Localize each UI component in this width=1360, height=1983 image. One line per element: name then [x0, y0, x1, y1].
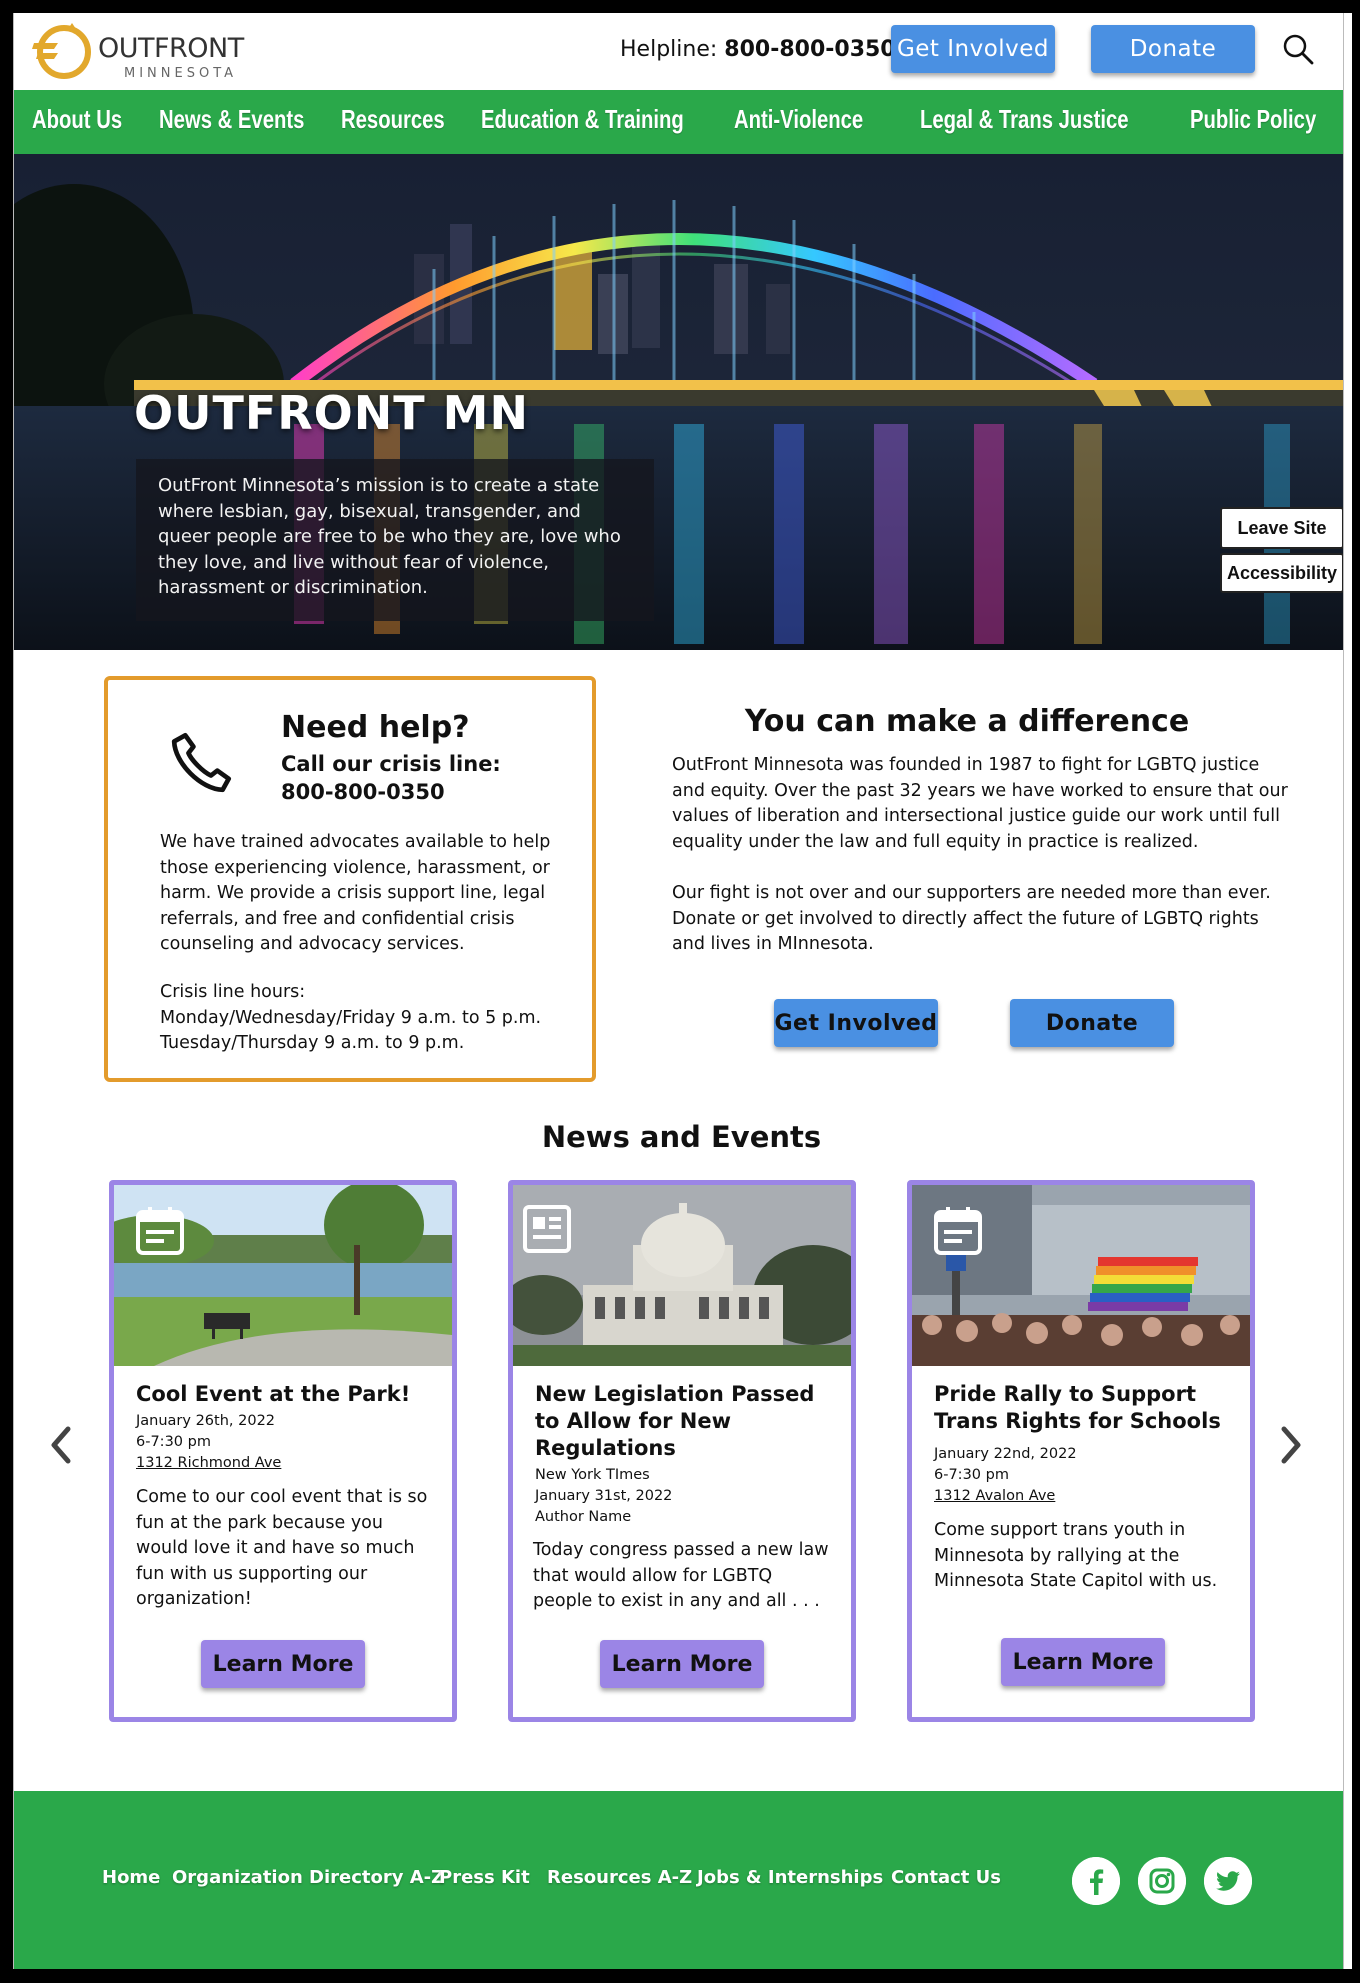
nav-item-education-training[interactable]: Education & Training	[481, 104, 684, 135]
nav-item-anti-violence[interactable]: Anti-Violence	[734, 104, 863, 135]
helpline: Helpline: 800-800-0350	[620, 37, 896, 62]
get-involved-button-secondary[interactable]: Get Involved	[774, 999, 938, 1047]
card-time: 6-7:30 pm	[934, 1467, 1009, 1483]
card-source: New York TImes	[535, 1467, 650, 1483]
card-description: Come to our cool event that is so fun at…	[136, 1487, 428, 1609]
learn-more-button[interactable]: Learn More	[600, 1640, 764, 1688]
search-icon[interactable]	[1282, 33, 1314, 65]
nav-item-resources[interactable]: Resources	[341, 104, 445, 135]
footer-link-organization-directory[interactable]: Organization Directory A-Z	[172, 1867, 444, 1888]
calendar-icon	[136, 1207, 184, 1255]
main-nav: About Us News & Events Resources Educati…	[14, 90, 1343, 154]
nav-item-legal-trans-justice[interactable]: Legal & Trans Justice	[920, 104, 1129, 135]
carousel-next-arrow-icon[interactable]	[1276, 1423, 1306, 1467]
crisis-line-label: Call our crisis line:	[281, 752, 501, 776]
news-card: New Legislation Passed to Allow for New …	[508, 1180, 856, 1722]
learn-more-button[interactable]: Learn More	[1001, 1638, 1165, 1686]
page: OUTFRONT MINNESOTA Helpline: 800-800-035…	[13, 13, 1344, 1969]
hours-label: Crisis line hours:	[160, 982, 306, 1002]
card-title[interactable]: Cool Event at the Park!	[136, 1381, 446, 1408]
card-date: January 31st, 2022	[535, 1488, 673, 1504]
logo-mark-icon	[32, 23, 91, 79]
instagram-icon[interactable]	[1138, 1857, 1186, 1905]
card-time: 6-7:30 pm	[136, 1434, 211, 1450]
difference-title: You can make a difference	[744, 704, 1190, 739]
site-footer: Home Organization Directory A-Z Press Ki…	[14, 1791, 1343, 1969]
nav-item-about-us[interactable]: About Us	[32, 104, 122, 135]
nav-item-news-events[interactable]: News & Events	[159, 104, 304, 135]
nav-item-public-policy[interactable]: Public Policy	[1190, 104, 1316, 135]
hero-title: OUTFRONT MN	[134, 386, 529, 440]
footer-link-resources-az[interactable]: Resources A-Z	[547, 1867, 692, 1888]
donate-button[interactable]: Donate	[1091, 25, 1255, 73]
news-card: Pride Rally to Support Trans Rights for …	[907, 1180, 1255, 1722]
get-involved-button[interactable]: Get Involved	[891, 25, 1055, 73]
site-header: OUTFRONT MINNESOTA Helpline: 800-800-035…	[14, 13, 1343, 90]
footer-link-home[interactable]: Home	[102, 1867, 160, 1888]
crisis-line-number[interactable]: 800-800-0350	[281, 778, 541, 806]
accessibility-button[interactable]: Accessibility	[1220, 553, 1343, 593]
helpline-label: Helpline:	[620, 37, 718, 62]
card-date: January 26th, 2022	[136, 1413, 276, 1429]
carousel-prev-arrow-icon[interactable]	[46, 1423, 76, 1467]
help-description: We have trained advocates available to h…	[160, 832, 551, 954]
news-section-title: News and Events	[541, 1120, 822, 1154]
facebook-icon[interactable]	[1072, 1857, 1120, 1905]
hours-line-1: Monday/Wednesday/Friday 9 a.m. to 5 p.m.	[160, 1007, 542, 1028]
learn-more-button[interactable]: Learn More	[201, 1640, 365, 1688]
help-subtitle: Call our crisis line: 800-800-0350	[281, 750, 541, 806]
calendar-icon	[934, 1207, 982, 1255]
outfront-logo[interactable]: OUTFRONT MINNESOTA	[28, 19, 258, 85]
footer-link-jobs-internships[interactable]: Jobs & Internships	[697, 1867, 883, 1888]
card-title[interactable]: Pride Rally to Support Trans Rights for …	[934, 1381, 1244, 1435]
card-title[interactable]: New Legislation Passed to Allow for New …	[535, 1381, 845, 1462]
card-date: January 22nd, 2022	[934, 1446, 1077, 1462]
card-address[interactable]: 1312 Richmond Ave	[136, 1453, 446, 1474]
helpline-number[interactable]: 800-800-0350	[724, 37, 895, 62]
leave-site-button[interactable]: Leave Site	[1220, 507, 1343, 549]
footer-link-press-kit[interactable]: Press Kit	[439, 1867, 530, 1888]
card-meta: January 26th, 2022 6-7:30 pm 1312 Richmo…	[136, 1411, 446, 1474]
difference-paragraph-1: OutFront Minnesota was founded in 1987 t…	[672, 755, 1288, 852]
hero-banner: OUTFRONT MN OutFront Minnesota’s mission…	[14, 154, 1343, 650]
donate-button-secondary[interactable]: Donate	[1010, 999, 1174, 1047]
card-address[interactable]: 1312 Avalon Ave	[934, 1486, 1244, 1507]
logo-text: OUTFRONT	[98, 33, 244, 64]
phone-icon	[171, 732, 232, 793]
card-description: Come support trans youth in Minnesota by…	[934, 1520, 1218, 1591]
newspaper-icon	[523, 1205, 571, 1253]
twitter-icon[interactable]	[1204, 1857, 1252, 1905]
card-description: Today congress passed a new law that wou…	[533, 1540, 829, 1611]
card-meta: January 22nd, 2022 6-7:30 pm 1312 Avalon…	[934, 1444, 1244, 1507]
crisis-hours: Crisis line hours: Monday/Wednesday/Frid…	[160, 980, 580, 1057]
logo-subtext: MINNESOTA	[124, 66, 238, 81]
mission-statement: OutFront Minnesota’s mission is to creat…	[136, 459, 654, 621]
hours-line-2: Tuesday/Thursday 9 a.m. to 9 p.m.	[160, 1033, 465, 1053]
footer-link-contact-us[interactable]: Contact Us	[891, 1867, 1001, 1888]
difference-paragraph-2: Our fight is not over and our supporters…	[672, 883, 1271, 954]
news-card: Cool Event at the Park! January 26th, 20…	[109, 1180, 457, 1722]
card-meta: New York TImes January 31st, 2022 Author…	[535, 1465, 845, 1528]
help-title: Need help?	[281, 710, 470, 745]
card-author: Author Name	[535, 1509, 632, 1525]
crisis-help-card: Need help? Call our crisis line: 800-800…	[104, 676, 596, 1082]
